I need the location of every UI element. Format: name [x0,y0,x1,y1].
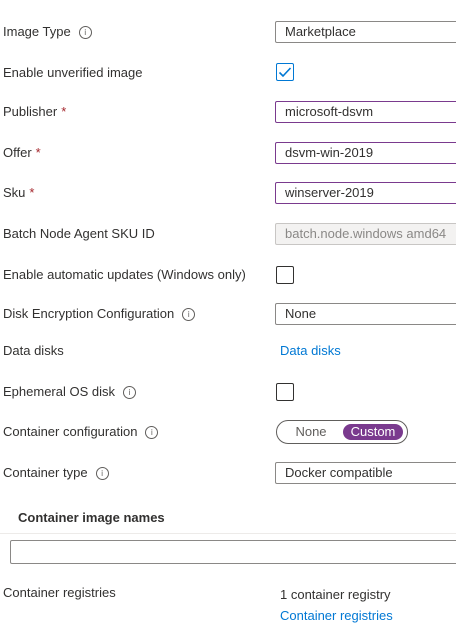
info-icon[interactable]: i [145,426,159,439]
container-type-label-text: Container type [3,465,88,480]
info-icon[interactable]: i [123,386,136,399]
container-registries-count: 1 container registry [280,587,391,602]
container-config-toggle[interactable]: None Custom [276,420,408,444]
disk-encryption-dropdown[interactable]: None [275,303,456,325]
info-icon[interactable]: i [95,467,109,480]
container-type-dropdown[interactable]: Docker compatible [275,462,456,484]
publisher-label: Publisher * [3,104,66,119]
divider [0,533,456,534]
sku-label: Sku * [3,185,34,200]
enable-unverified-checkbox[interactable] [276,63,294,81]
offer-label-text: Offer [3,145,32,160]
image-type-dropdown[interactable]: Marketplace [275,21,456,43]
offer-dropdown[interactable]: dsvm-win-2019 [275,142,456,164]
image-type-label: Image Type i [3,24,92,39]
required-marker: * [29,185,35,200]
container-image-name-input[interactable] [10,540,456,564]
ephemeral-os-checkbox[interactable] [276,383,294,401]
toggle-option-none[interactable]: None [285,424,337,440]
auto-updates-label: Enable automatic updates (Windows only) [3,267,246,282]
data-disks-label: Data disks [3,343,64,358]
offer-label: Offer * [3,145,41,160]
node-agent-label: Batch Node Agent SKU ID [3,226,155,241]
ephemeral-os-label: Ephemeral OS disk i [3,384,136,399]
publisher-label-text: Publisher [3,104,58,119]
toggle-option-custom[interactable]: Custom [343,424,403,440]
container-config-label-text: Container configuration [3,424,138,439]
disk-encryption-label-text: Disk Encryption Configuration [3,306,175,321]
checkmark-icon [278,67,292,78]
container-registries-label: Container registries [3,585,116,600]
ephemeral-os-label-text: Ephemeral OS disk [3,384,115,399]
disk-encryption-label: Disk Encryption Configuration i [3,306,196,321]
enable-unverified-label: Enable unverified image [3,65,143,80]
auto-updates-checkbox[interactable] [276,266,294,284]
info-icon[interactable]: i [182,308,196,321]
sku-label-text: Sku [3,185,26,200]
publisher-dropdown[interactable]: microsoft-dsvm [275,101,456,123]
container-config-label: Container configuration i [3,424,159,439]
image-type-label-text: Image Type [3,24,71,39]
info-icon[interactable]: i [78,26,92,39]
required-marker: * [61,104,67,119]
container-type-label: Container type i [3,465,109,480]
sku-dropdown[interactable]: winserver-2019 [275,182,456,204]
data-disks-link[interactable]: Data disks [280,343,341,358]
required-marker: * [35,145,41,160]
node-agent-field: batch.node.windows amd64 [275,223,456,245]
container-image-names-heading: Container image names [18,510,165,525]
container-registries-link[interactable]: Container registries [280,608,393,623]
